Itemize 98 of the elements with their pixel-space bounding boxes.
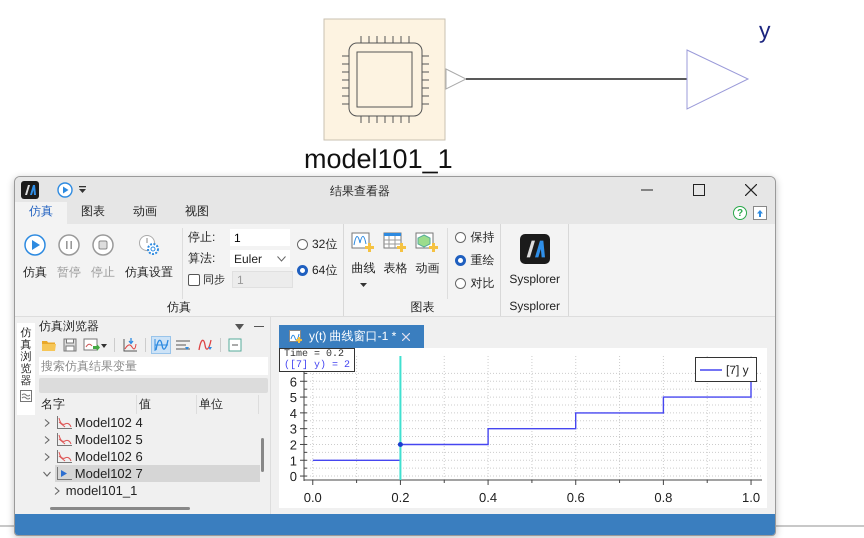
cursor-readout: ([7] y) = 2 [284, 360, 350, 371]
axis-tick-label: 0.0 [304, 490, 322, 505]
axis-tick-label: 1.0 [742, 490, 760, 505]
data-point [398, 442, 403, 447]
curve-icon[interactable] [150, 336, 171, 354]
axis-tick-label: 0.8 [654, 490, 672, 505]
radio-button[interactable]: 32位 [297, 236, 338, 253]
ribbon-tab[interactable]: 视图 [171, 200, 223, 224]
cursor-readout: Time = 0.2 [284, 349, 346, 360]
block-label: model101_1 [304, 144, 453, 174]
panel-menu-icon[interactable] [235, 324, 244, 330]
output-port-icon [446, 68, 468, 90]
play-icon [24, 234, 46, 256]
logo-icon [21, 180, 39, 198]
plot-icon [289, 330, 303, 344]
logo-icon [520, 234, 550, 264]
collapse-icon[interactable] [226, 336, 244, 354]
axis-tick-label: 1 [290, 453, 297, 468]
side-tab[interactable]: 仿真浏览器 [17, 323, 35, 415]
group-label: Sysplorer [508, 299, 562, 315]
field-label: 停止: [188, 229, 216, 246]
ribbon-tab[interactable]: 仿真 [15, 200, 67, 224]
tree-item[interactable]: Model102 7 [54, 465, 260, 482]
stop-icon [92, 234, 114, 256]
column-header[interactable]: 值 [136, 395, 197, 414]
column-header[interactable]: 单位 [196, 395, 259, 414]
dropdown-caret-icon[interactable] [79, 186, 86, 194]
output-label: y [759, 17, 770, 43]
save-icon[interactable] [60, 336, 79, 354]
chart-icon [56, 450, 72, 464]
ribbon-button[interactable]: 曲线 [348, 228, 378, 289]
tree-item-label: Model102 4 [74, 415, 143, 430]
legend-line-icon [700, 368, 722, 370]
legend-label: [7] y [726, 362, 749, 376]
gear-icon [138, 234, 160, 256]
ribbon-button[interactable]: 动画 [412, 228, 442, 279]
tree-item-label: Model102 6 [74, 449, 143, 464]
radio-button[interactable]: 重绘 [455, 252, 494, 269]
chevron-icon[interactable] [42, 436, 51, 444]
ribbon-button[interactable]: 仿真 [19, 228, 51, 283]
scrollbar-thumb[interactable] [50, 507, 190, 510]
minimize-icon[interactable] [254, 325, 264, 328]
ribbon-button[interactable]: 仿真设置 [121, 228, 177, 283]
run-icon[interactable] [57, 182, 73, 198]
wave-icon [20, 390, 32, 402]
axis-tick-label: 6 [290, 374, 297, 390]
window-title: 结果查看器 [330, 183, 390, 200]
radio-button[interactable]: 对比 [455, 275, 494, 292]
scrollbar-thumb[interactable] [261, 438, 264, 472]
axis-tick-label: 2 [290, 437, 297, 452]
ribbon-button[interactable]: 表格 [380, 228, 410, 279]
group-label: 仿真 [166, 299, 192, 316]
sync-checkbox[interactable]: 同步 [188, 272, 228, 287]
cube-add-icon [415, 232, 440, 254]
tree-item[interactable]: model101_1 [64, 482, 142, 499]
axis-tick-label: 3 [290, 422, 297, 437]
close-icon[interactable] [745, 184, 757, 196]
chevron-icon[interactable] [52, 486, 61, 494]
ribbon-tab[interactable]: 动画 [119, 200, 171, 224]
axis-tick-label: 0.6 [566, 490, 585, 505]
tree-item[interactable]: Model102 4 [54, 414, 147, 431]
chart-icon [56, 416, 72, 430]
output-connector-icon [686, 49, 750, 110]
collapse-ribbon-icon[interactable] [753, 206, 767, 220]
tree-item-label: Model102 7 [74, 466, 143, 481]
tree-item[interactable]: Model102 5 [54, 431, 147, 448]
algorithm-dropdown[interactable]: Euler [230, 250, 290, 267]
tree-item-label: Model102 5 [74, 432, 143, 447]
table-add-icon [383, 232, 408, 254]
axis-tick-label: 0.2 [391, 490, 410, 505]
radio-button[interactable]: 64位 [297, 262, 338, 279]
axis-tick-label: 0 [290, 469, 297, 484]
tree-item-label: model101_1 [66, 483, 138, 498]
chip-icon [342, 36, 430, 124]
chevron-icon[interactable] [42, 452, 51, 460]
pause-icon [58, 234, 80, 256]
maximize-icon[interactable] [693, 184, 705, 196]
play-icon [56, 466, 72, 480]
column-header[interactable]: 名字 [38, 395, 137, 414]
axis-tick-label: 5 [290, 390, 297, 406]
cursor-line[interactable] [399, 356, 402, 480]
chevron-down-icon [277, 256, 286, 262]
chevron-icon[interactable] [42, 418, 51, 426]
ribbon-tab[interactable]: 图表 [67, 200, 119, 224]
sysplorer-button[interactable]: Sysplorer [505, 228, 564, 288]
chevron-icon[interactable] [42, 470, 51, 478]
axis-tick-label: 0.4 [479, 490, 498, 505]
curve-add-icon [351, 232, 376, 254]
plot-tab[interactable]: y(t) 曲线窗口-1 * [279, 325, 424, 348]
chart-icon [56, 432, 72, 446]
radio-button[interactable]: 保持 [455, 229, 494, 246]
tree-item[interactable]: Model102 6 [54, 448, 147, 465]
search-field[interactable]: 搜索仿真结果变量 [38, 357, 268, 375]
group-label: 图表 [409, 299, 436, 316]
field-label: 算法: [188, 250, 216, 267]
stop-time-field[interactable]: 1 [230, 229, 290, 246]
panel-title: 仿真浏览器 [38, 318, 99, 335]
axis-tick-label: 4 [290, 406, 297, 421]
